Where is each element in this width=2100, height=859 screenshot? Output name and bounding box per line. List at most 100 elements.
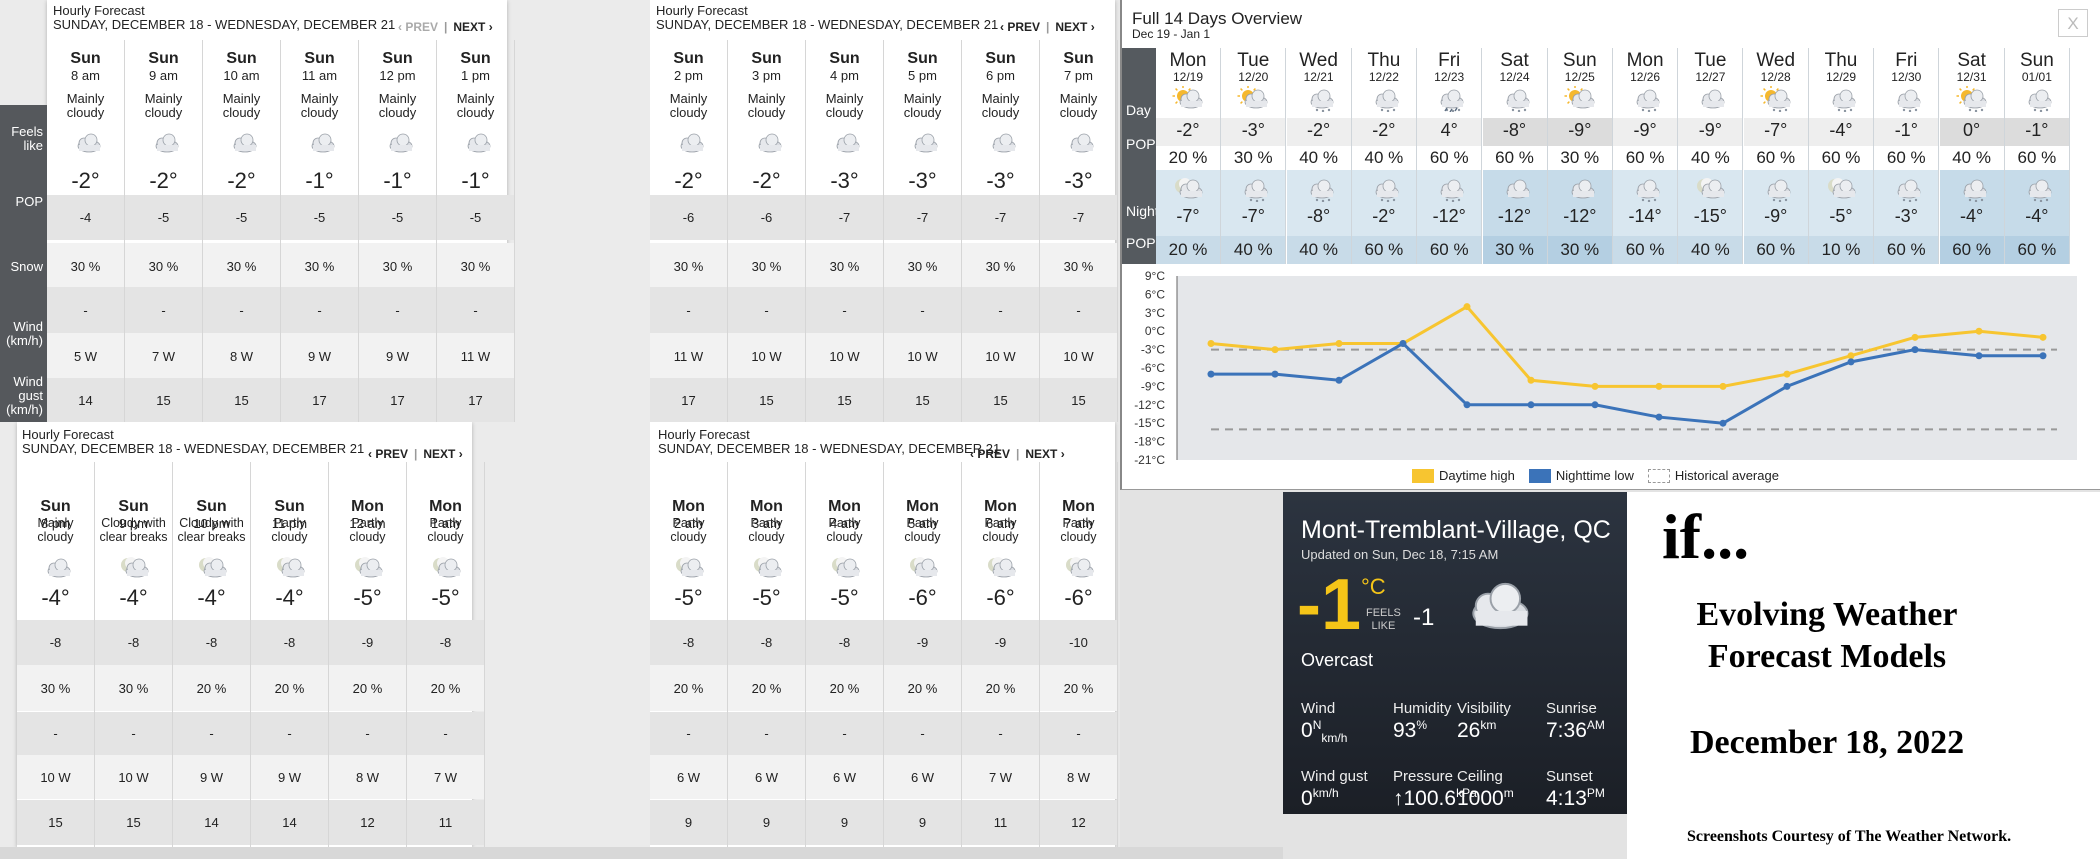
overview-day-name: Fri: [1438, 50, 1461, 71]
row-wind-value: 11 W: [437, 333, 514, 379]
column-day: Sun: [304, 50, 335, 67]
prev-button[interactable]: ‹ PREV: [970, 447, 1010, 461]
prev-button[interactable]: ‹ PREV: [398, 20, 438, 34]
stat-value: 0Nkm/h: [1301, 718, 1347, 745]
stat-unit: AM: [1586, 718, 1605, 732]
row-snow-value: -: [728, 712, 805, 755]
sun-cloud-icon: [1564, 85, 1595, 109]
row-feels-value: -9: [884, 620, 961, 665]
snow-cloud-icon: [1636, 89, 1660, 113]
day-icon-wrap: [1824, 86, 1858, 117]
close-button[interactable]: X: [2058, 9, 2088, 37]
condition-line: cloudy: [349, 530, 386, 544]
row-feels-value: -5: [203, 195, 280, 240]
condition-text: Partly cloudy: [650, 516, 727, 544]
row-gust-value: 9: [650, 800, 727, 845]
row-pop-value: 20 %: [173, 665, 250, 711]
overview-day-column[interactable]: Fri 12/30 -1° 60 % -3° 60 %: [1874, 48, 1940, 264]
overview-day-name: Sat: [1500, 50, 1529, 71]
moon-cloud-icon: [1697, 178, 1725, 199]
column-time: 4 pm: [830, 68, 859, 83]
legend-item: Nighttime low: [1528, 468, 1634, 483]
night-icon-wrap: [1889, 176, 1923, 207]
hourly-column: Mon 3 am Partly cloudy -5° -8 20 % -6 W9: [728, 462, 806, 847]
day-label: Day: [1126, 102, 1151, 118]
condition-text: Partly cloudy: [329, 516, 406, 544]
day-high-band: -9° 30 %: [1547, 118, 1612, 170]
day-high-band: -2° 20 %: [1156, 118, 1220, 170]
next-button[interactable]: NEXT ›: [453, 20, 492, 34]
overview-day-column[interactable]: Sat 12/31 0° 40 % -4° 60 %: [1939, 48, 2005, 264]
nighttime-low-point: [1783, 382, 1791, 390]
overview-day-column[interactable]: Wed 12/21 -2° 40 % -8° 40 %: [1286, 48, 1352, 264]
row-label-gust: Wind gust (km/h): [6, 375, 43, 417]
cloud-icon: [47, 558, 70, 578]
overview-day-column[interactable]: Fri 12/23 4° 60 % -12° 60 %: [1417, 48, 1483, 264]
row-pop-value: 30 %: [962, 243, 1039, 289]
hourly-column: Sun 4 pm Mainly cloudy -3° -7 30 % -10 W 15: [806, 40, 884, 422]
cloud-icon: [311, 133, 334, 153]
cloud-icon: [233, 133, 256, 153]
current-temp: -1: [1297, 565, 1362, 645]
overview-day-column[interactable]: Sun 12/25 -9° 30 % -12° 30 %: [1547, 48, 1613, 264]
hourly-column: Sun 12 pm Mainly cloudy -1° -5 30 % -9 W 17: [359, 40, 437, 422]
temperature: -2°: [71, 168, 100, 193]
overview-day-column[interactable]: Thu 12/29 -4° 60 % -5° 10 %: [1809, 48, 1874, 264]
condition-icon-wrap: [147, 130, 181, 156]
column-day: Mon: [351, 498, 384, 515]
day-icon-wrap: [1563, 85, 1597, 117]
overview-day-name: Mon: [1169, 50, 1207, 71]
night-pop: 60 %: [1874, 236, 1939, 264]
overview-day-column[interactable]: Sat 12/24 -8° 60 % -12° 30 %: [1482, 48, 1548, 264]
stat-unit: km: [1480, 718, 1497, 732]
row-snow-value: -: [173, 712, 250, 755]
nighttime-low-point: [1655, 413, 1663, 421]
condition-icon-wrap: [39, 555, 73, 581]
snow-cloud-icon: [1375, 179, 1399, 203]
row-snow-value: -: [728, 287, 805, 333]
night-icon-wrap: [1236, 176, 1270, 207]
next-button[interactable]: NEXT ›: [423, 447, 462, 461]
row-feels-value: -5: [359, 195, 436, 240]
sun-snow-cloud-icon: [1956, 85, 1986, 113]
condition-text: Mainly cloudy: [728, 92, 805, 120]
overview-day-column[interactable]: Mon 12/26 -9° 60 % -14° 60 %: [1613, 48, 1679, 264]
next-button[interactable]: NEXT ›: [1055, 20, 1094, 34]
row-gust-value: 9: [884, 800, 961, 845]
row-wind-value: 10 W: [1040, 333, 1117, 379]
condition-text: Partly cloudy: [251, 516, 328, 544]
night-icon-wrap: [1498, 176, 1532, 207]
day-high-band: 0° 40 %: [1939, 118, 2004, 170]
overview-day-column[interactable]: Thu 12/22 -2° 40 % -2° 60 %: [1351, 48, 1417, 264]
column-time: 1 pm: [461, 68, 490, 83]
prev-button[interactable]: ‹ PREV: [1000, 20, 1040, 34]
row-feels-value: -4: [47, 195, 124, 240]
daytime-high-point: [1271, 346, 1279, 354]
temperature: -5°: [752, 585, 781, 610]
temperature: -5°: [353, 585, 382, 610]
column-time: 7 pm: [1064, 68, 1093, 83]
next-button[interactable]: NEXT ›: [1025, 447, 1064, 461]
condition-icon-wrap: [195, 555, 229, 581]
stat-label: Humidity: [1393, 700, 1452, 717]
overview-day-column[interactable]: Sun 01/01 -1° 60 % -4° 60 %: [2004, 48, 2070, 264]
overview-day-column[interactable]: Mon 12/19 -2° 20 % -7° 20 %: [1156, 48, 1221, 264]
day-high-band: -4° 60 %: [1809, 118, 1873, 170]
temperature: -6°: [986, 585, 1015, 610]
overview-day-column[interactable]: Tue 12/20 -3° 30 % -7° 40 %: [1221, 48, 1287, 264]
stat-number: 0: [1301, 719, 1313, 742]
overview-day-column[interactable]: Wed 12/28 -7° 60 % -9° 60 %: [1743, 48, 1809, 264]
nighttime-low-point: [1719, 419, 1727, 427]
snow-cloud-icon: [1506, 89, 1529, 113]
column-day: Mon: [1062, 498, 1095, 515]
temperature: -6°: [1064, 585, 1093, 610]
column-time: 10 am: [223, 68, 260, 83]
overview-date: 12/19: [1172, 70, 1204, 84]
condition-icon-wrap: [69, 130, 103, 156]
nav-separator: |: [1016, 447, 1020, 461]
column-time: 8 am: [71, 68, 100, 83]
prev-button[interactable]: ‹ PREV: [368, 447, 408, 461]
overview-day-column[interactable]: Tue 12/27 -9° 40 % -15° 40 %: [1678, 48, 1744, 264]
row-pop-value: 20 %: [251, 665, 328, 711]
condition-icon-wrap: [1062, 555, 1096, 581]
